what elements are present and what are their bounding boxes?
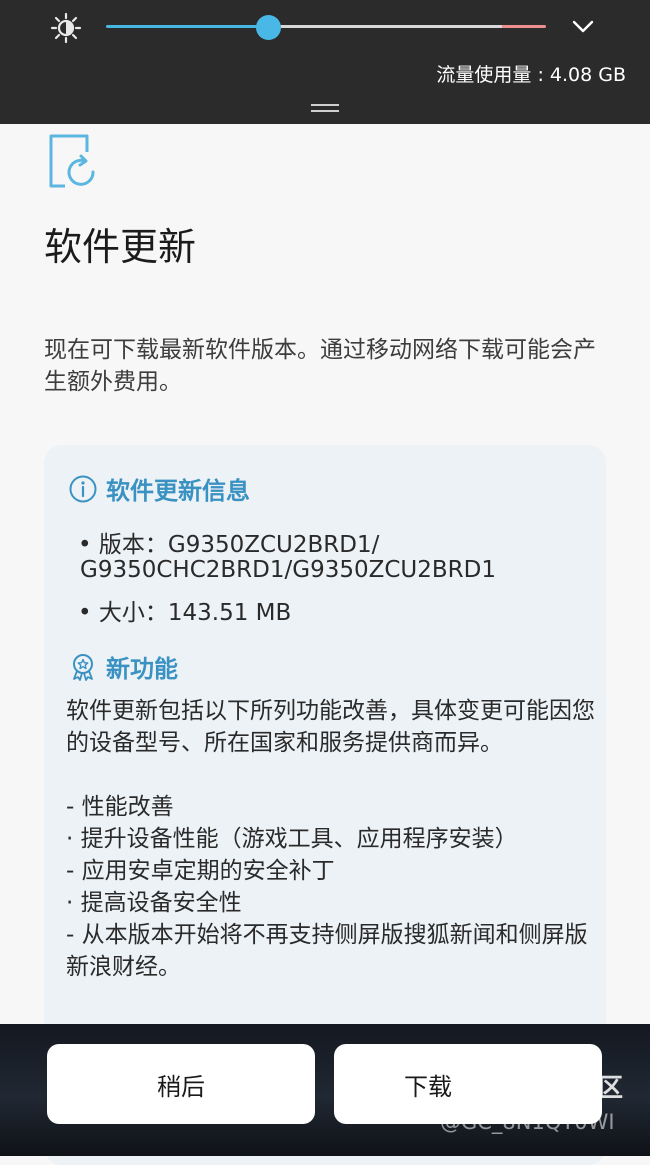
main-content: 软件更新 现在可下载最新软件版本。通过移动网络下载可能会产生额外费用。 软件更新…	[0, 124, 650, 1165]
version-line: • 版本：G9350ZCU2BRD1/	[78, 532, 380, 558]
new-features-title: 新功能	[106, 655, 178, 683]
feature-item: - 性能改善	[66, 794, 174, 820]
bottom-action-bar: 稍后 下载 盖乐世社区 @GC_8N1QT0WI	[0, 1024, 650, 1156]
update-info-title: 软件更新信息	[106, 477, 250, 505]
brightness-icon[interactable]	[50, 12, 82, 44]
software-update-icon	[49, 134, 95, 188]
slider-track	[106, 25, 546, 28]
feature-item: - 应用安卓定期的安全补丁	[66, 858, 335, 884]
info-icon	[69, 475, 97, 502]
update-info-header: 软件更新信息	[68, 471, 250, 506]
update-description: 现在可下载最新软件版本。通过移动网络下载可能会产生额外费用。	[44, 337, 596, 395]
page-title: 软件更新	[44, 225, 197, 269]
drag-handle-icon[interactable]	[309, 101, 341, 115]
slider-thumb[interactable]	[256, 15, 282, 40]
size-line: • 大小：143.51 MB	[78, 600, 292, 626]
feature-item: · 提升设备性能（游戏工具、应用程序安装）	[66, 826, 518, 852]
later-button[interactable]: 稍后	[47, 1044, 315, 1124]
award-badge-icon	[73, 653, 93, 681]
chevron-down-icon[interactable]	[570, 16, 596, 38]
feature-item: · 提高设备安全性	[66, 890, 242, 916]
features-intro: 软件更新包括以下所列功能改善，具体变更可能因您的设备型号、所在国家和服务提供商而…	[66, 698, 595, 756]
features-list: 软件更新包括以下所列功能改善，具体变更可能因您的设备型号、所在国家和服务提供商而…	[66, 695, 596, 983]
feature-item: - 从本版本开始将不再支持侧屏版搜狐新闻和侧屏版新浪财经。	[66, 922, 588, 980]
watermark-site: 盖乐世社区	[494, 1073, 625, 1102]
data-usage-label: 流量使用量 : 4.08 GB	[436, 64, 626, 86]
version-line-continued: G9350CHC2BRD1/G9350ZCU2BRD1	[80, 557, 496, 583]
watermark-user: @GC_8N1QT0WI	[440, 1110, 615, 1134]
brightness-slider[interactable]	[106, 15, 546, 40]
quick-panel: 流量使用量 : 4.08 GB	[0, 0, 650, 124]
download-button-label: 下载	[404, 1072, 452, 1101]
new-features-header: 新功能	[68, 649, 178, 684]
